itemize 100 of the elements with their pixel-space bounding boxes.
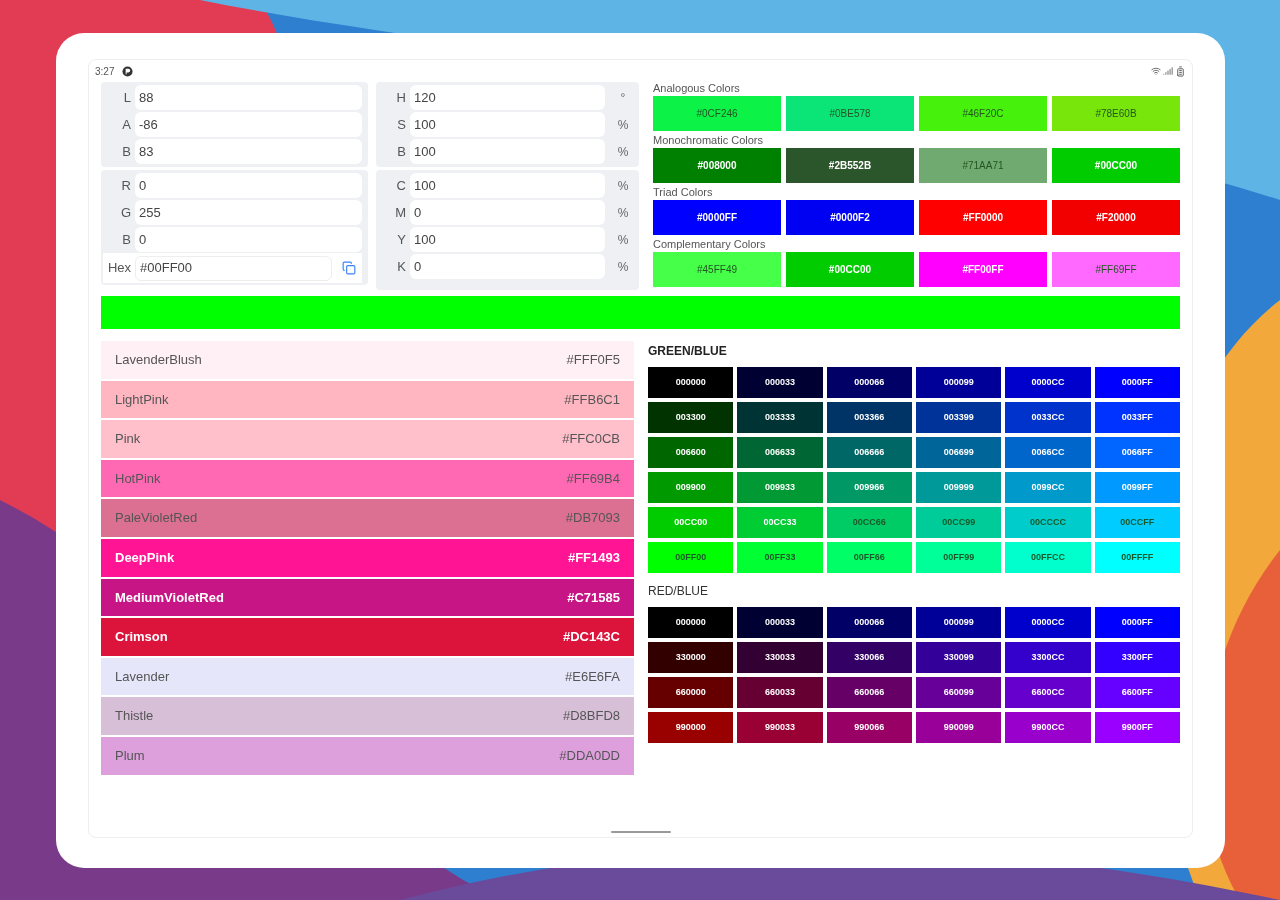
color-list-item[interactable]: DeepPink #FF1493	[101, 538, 634, 577]
grid-title: GREEN/BLUE	[648, 343, 728, 360]
color-swatch[interactable]: #0BE578	[786, 96, 914, 131]
input-field[interactable]: 0	[410, 254, 605, 279]
color-cell[interactable]: 000066	[826, 367, 912, 398]
color-cell[interactable]: 660033	[737, 677, 823, 708]
color-cell[interactable]: 9900CC	[1005, 712, 1091, 743]
input-field[interactable]: 83	[135, 139, 362, 164]
color-cell[interactable]: 0000FF	[1094, 367, 1180, 398]
color-cell[interactable]: 9900FF	[1094, 712, 1180, 743]
color-cell[interactable]: 009966	[826, 472, 912, 503]
color-cell[interactable]: 006600	[648, 437, 734, 468]
color-cell[interactable]: 0066FF	[1094, 437, 1180, 468]
color-cell[interactable]: 0000FF	[1094, 607, 1180, 638]
color-swatch[interactable]: #008000	[653, 148, 781, 183]
color-cell[interactable]: 330000	[648, 642, 734, 673]
input-field[interactable]: 100	[410, 227, 605, 252]
color-cell[interactable]: 000066	[826, 607, 912, 638]
color-cell[interactable]: 00CC66	[826, 507, 912, 538]
input-field[interactable]: 0	[410, 200, 605, 225]
wifi-icon	[1151, 66, 1161, 76]
color-cell[interactable]: 00FF66	[826, 542, 912, 573]
copy-icon[interactable]	[342, 261, 356, 275]
unit-label: %	[616, 258, 630, 276]
color-cell[interactable]: 000000	[648, 367, 734, 398]
color-cell[interactable]: 990066	[826, 712, 912, 743]
input-field[interactable]: 120	[410, 85, 605, 110]
color-cell[interactable]: 003366	[826, 402, 912, 433]
color-list-item[interactable]: Thistle #D8BFD8	[101, 697, 634, 735]
color-cell[interactable]: 990000	[648, 712, 734, 743]
color-cell[interactable]: 003300	[648, 402, 734, 433]
color-list-item[interactable]: Lavender #E6E6FA	[101, 657, 634, 696]
color-cell[interactable]: 000033	[737, 367, 823, 398]
color-cell[interactable]: 6600CC	[1005, 677, 1091, 708]
color-list-item[interactable]: Crimson #DC143C	[101, 618, 634, 656]
input-field[interactable]: 0	[135, 173, 362, 198]
color-cell[interactable]: 003399	[916, 402, 1002, 433]
color-cell[interactable]: 006633	[737, 437, 823, 468]
color-cell[interactable]: 00FFCC	[1005, 542, 1091, 573]
color-list-item[interactable]: Plum #DDA0DD	[101, 736, 634, 775]
color-cell[interactable]: 00CCCC	[1005, 507, 1091, 538]
color-swatch[interactable]: #45FF49	[653, 252, 781, 287]
color-name: PaleVioletRed	[115, 509, 198, 528]
color-swatch[interactable]: #FF69FF	[1052, 252, 1180, 287]
scheme-title: Monochromatic Colors	[653, 133, 765, 148]
input-field[interactable]: -86	[135, 112, 362, 137]
color-cell[interactable]: 0033CC	[1005, 402, 1091, 433]
color-cell[interactable]: 330066	[826, 642, 912, 673]
color-hex: #FFC0CB	[562, 430, 620, 449]
color-cell[interactable]: 6600FF	[1094, 677, 1180, 708]
color-cell[interactable]: 330099	[916, 642, 1002, 673]
color-swatch[interactable]: #78E60B	[1052, 96, 1180, 131]
color-cell[interactable]: 00FF99	[916, 542, 1002, 573]
color-swatch[interactable]: #0000FF	[653, 200, 781, 235]
color-cell[interactable]: 990099	[916, 712, 1002, 743]
color-cell[interactable]: 00CC99	[916, 507, 1002, 538]
input-field[interactable]: 255	[135, 200, 362, 225]
color-list-item[interactable]: MediumVioletRed #C71585	[101, 578, 634, 617]
color-cell[interactable]: 000099	[916, 607, 1002, 638]
color-swatch[interactable]: #F20000	[1052, 200, 1180, 235]
input-field[interactable]: 88	[135, 85, 362, 110]
color-cell[interactable]: 000033	[737, 607, 823, 638]
color-cell[interactable]: 3300CC	[1005, 642, 1091, 673]
color-swatch[interactable]: #0CF246	[653, 96, 781, 131]
color-cell[interactable]: 000000	[648, 607, 734, 638]
color-cell[interactable]: 009933	[737, 472, 823, 503]
color-cell[interactable]: 3300FF	[1094, 642, 1180, 673]
color-cell[interactable]: 660099	[916, 677, 1002, 708]
field-label: Hex	[106, 259, 131, 278]
input-field[interactable]: #00FF00	[135, 255, 332, 281]
color-cell[interactable]: 0066CC	[1005, 437, 1091, 468]
color-cell[interactable]: 00FF00	[648, 542, 734, 573]
color-cell[interactable]: 003333	[737, 402, 823, 433]
color-swatch[interactable]: #0000F2	[786, 200, 914, 235]
unit-label: %	[616, 177, 630, 195]
color-cell[interactable]: 000099	[916, 367, 1002, 398]
color-list-item[interactable]: LightPink #FFB6C1	[101, 380, 634, 419]
color-cell[interactable]: 00CCFF	[1094, 507, 1180, 538]
input-field[interactable]: 100	[410, 173, 605, 198]
color-swatch[interactable]: #FF0000	[919, 200, 1047, 235]
color-cell[interactable]: 009900	[648, 472, 734, 503]
input-field[interactable]: 100	[410, 112, 605, 137]
color-cell[interactable]: 006699	[916, 437, 1002, 468]
color-cell[interactable]: 990033	[737, 712, 823, 743]
color-swatch[interactable]: #46F20C	[919, 96, 1047, 131]
color-cell[interactable]: 00FF33	[737, 542, 823, 573]
color-list-item[interactable]: LavenderBlush #FFF0F5	[101, 341, 634, 379]
color-cell[interactable]: 006666	[826, 437, 912, 468]
input-field[interactable]: 100	[410, 139, 605, 164]
color-name: MediumVioletRed	[115, 588, 224, 607]
color-cell[interactable]: 00FFFF	[1094, 542, 1180, 573]
color-cell[interactable]: 660000	[648, 677, 734, 708]
color-cell[interactable]: 0000CC	[1005, 367, 1091, 398]
color-swatch[interactable]: #2B552B	[786, 148, 914, 183]
color-list-item[interactable]: Pink #FFC0CB	[101, 420, 634, 458]
color-cell[interactable]: 0033FF	[1094, 402, 1180, 433]
color-cell[interactable]: 0000CC	[1005, 607, 1091, 638]
color-cell[interactable]: 330033	[737, 642, 823, 673]
color-cell[interactable]: 660066	[826, 677, 912, 708]
input-field[interactable]: 0	[135, 227, 362, 252]
